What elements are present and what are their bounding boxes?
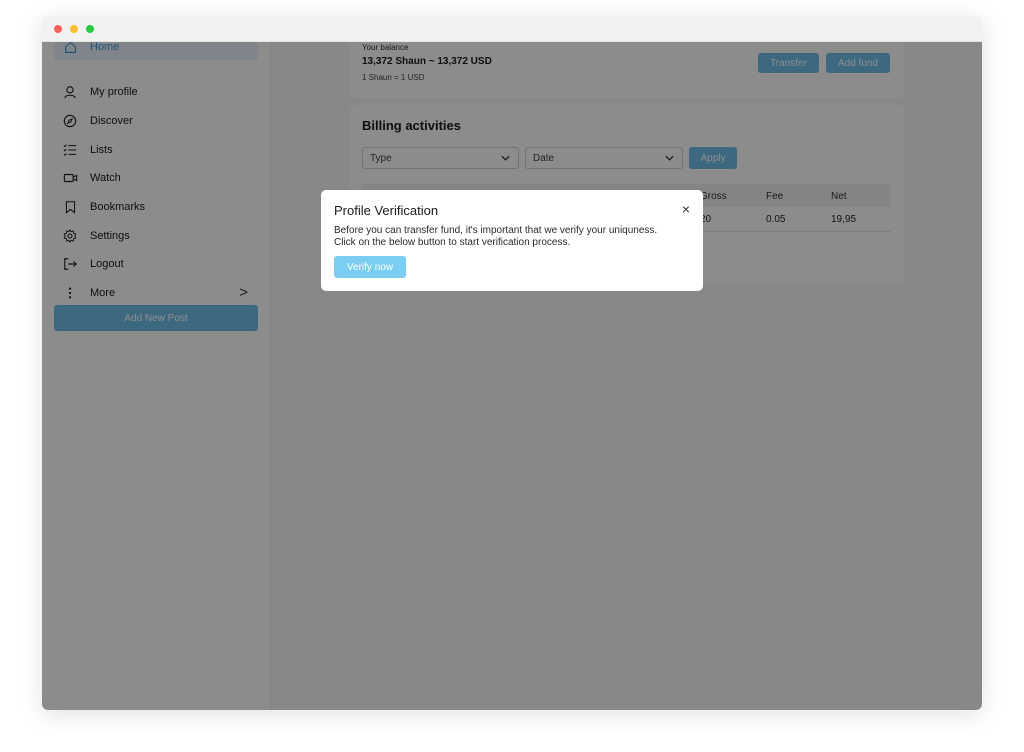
- close-icon[interactable]: ×: [682, 201, 690, 217]
- app-window: Home My profile Discover Lists Watch Boo…: [42, 16, 982, 710]
- modal-title: Profile Verification: [334, 203, 439, 218]
- verify-now-button[interactable]: Verify now: [334, 256, 406, 278]
- modal-message-line: Before you can transfer fund, it's impor…: [334, 225, 658, 236]
- window-close-button[interactable]: [54, 25, 62, 33]
- profile-verification-modal: Profile Verification × Before you can tr…: [321, 190, 703, 291]
- window-titlebar: [42, 16, 982, 42]
- window-maximize-button[interactable]: [86, 25, 94, 33]
- window-minimize-button[interactable]: [70, 25, 78, 33]
- app-content: Home My profile Discover Lists Watch Boo…: [42, 32, 982, 710]
- modal-backdrop[interactable]: [42, 42, 982, 710]
- modal-message: Before you can transfer fund, it's impor…: [334, 225, 694, 249]
- modal-message-line: Click on the below button to start verif…: [334, 237, 571, 248]
